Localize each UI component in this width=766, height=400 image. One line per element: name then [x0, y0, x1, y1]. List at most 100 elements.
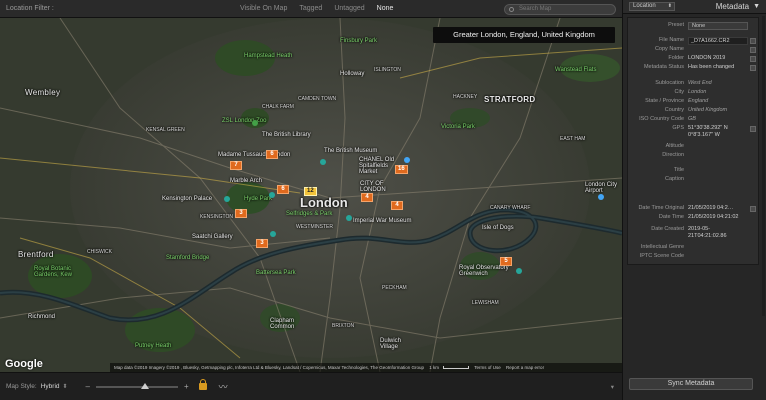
- map-label-putney-heath: Putney Heath: [135, 343, 172, 349]
- map-label-stratford: STRATFORD: [484, 95, 536, 104]
- map-label-royal-observatory: Royal Observatory Greenwich: [459, 265, 509, 277]
- map-label-city-of-london: CITY OF LONDON: [360, 181, 386, 193]
- zoom-in-button[interactable]: +: [184, 382, 189, 391]
- photo-cluster-marker[interactable]: 4: [391, 201, 403, 210]
- map-label-camden: CAMDEN TOWN: [298, 96, 337, 102]
- go-to-icon[interactable]: [750, 56, 756, 62]
- city-value[interactable]: London: [688, 89, 748, 96]
- map-label-city-airport: London City Airport: [585, 182, 618, 194]
- photo-cluster-marker[interactable]: 4: [361, 193, 373, 202]
- map-label-clapham: Clapham Common: [270, 318, 295, 330]
- photo-cluster-marker[interactable]: 6: [277, 185, 289, 194]
- map-label-brentford: Brentford: [18, 250, 54, 259]
- filter-none[interactable]: None: [377, 5, 394, 12]
- chevron-down-icon[interactable]: ▾: [611, 383, 614, 391]
- photo-cluster-marker[interactable]: 5: [500, 257, 512, 266]
- go-to-icon[interactable]: [750, 38, 756, 44]
- map-label-hampstead: Hampstead Heath: [244, 53, 293, 59]
- photo-cluster-marker[interactable]: 16: [395, 165, 408, 174]
- gallery-pin-icon: [270, 231, 276, 237]
- field-label: City: [674, 89, 684, 95]
- metadata-panel: Location ⬍ Metadata ▼ Preset None File N…: [622, 0, 766, 400]
- photo-cluster-marker[interactable]: 7: [230, 161, 242, 170]
- field-label: Date Time: [658, 214, 684, 220]
- date-time-original-value[interactable]: 21/05/2019 04:2…: [688, 205, 748, 212]
- photo-cluster-marker[interactable]: 3: [235, 209, 247, 218]
- map-label-kensington-palace: Kensington Palace: [162, 196, 213, 202]
- map-label-wembley: Wembley: [25, 88, 61, 97]
- map-label-finsbury: Finsbury Park: [340, 38, 378, 44]
- map-label-kensal: KENSAL GREEN: [146, 127, 185, 133]
- map-label-holloway: Holloway: [340, 71, 365, 77]
- search-map-input[interactable]: Search Map: [504, 4, 616, 15]
- shopping-pin-icon: [404, 157, 410, 163]
- sublocation-value[interactable]: West End: [688, 80, 748, 87]
- field-label: ISO Country Code: [639, 116, 684, 122]
- zoom-out-button[interactable]: –: [86, 382, 90, 391]
- go-to-map-icon[interactable]: [750, 126, 756, 132]
- collapse-triangle-icon[interactable]: ▼: [753, 3, 760, 10]
- go-to-icon[interactable]: [750, 47, 756, 53]
- field-label: IPTC Scene Code: [639, 253, 684, 259]
- field-label: Intellectual Genre: [640, 244, 684, 250]
- map-label-london: London: [300, 195, 348, 210]
- tracklog-icon[interactable]: 〰: [219, 380, 228, 393]
- filter-untagged[interactable]: Untagged: [334, 5, 364, 12]
- map-label-canary-wharf: CANARY WHARF: [490, 205, 531, 211]
- location-filter-title: Location Filter :: [6, 5, 54, 12]
- field-label: Copy Name: [654, 46, 684, 52]
- field-label: Sublocation: [655, 80, 684, 86]
- map-label-battersea: Battersea Park: [256, 270, 296, 276]
- file-name-field[interactable]: _D7A1662.CR2: [688, 37, 748, 45]
- report-error-link[interactable]: Report a map error: [506, 365, 544, 370]
- field-label: GPS: [672, 125, 684, 131]
- google-logo: Google: [5, 358, 43, 370]
- photo-cluster-marker[interactable]: 6: [266, 150, 278, 159]
- zoom-slider[interactable]: [96, 382, 178, 389]
- map-label-zsl: ZSL London Zoo: [222, 118, 267, 124]
- state-value[interactable]: England: [688, 98, 748, 105]
- panel-scrollbar[interactable]: [762, 16, 765, 316]
- metadata-panel-header: Location ⬍ Metadata ▼: [623, 0, 766, 14]
- field-label: Date Time Original: [638, 205, 684, 211]
- zoo-pin-icon: [252, 120, 258, 126]
- terms-link[interactable]: Terms of Use: [474, 365, 501, 370]
- field-label: Metadata Status: [643, 64, 684, 70]
- field-label: Date Created: [651, 226, 684, 232]
- country-value[interactable]: United Kingdom: [688, 107, 748, 114]
- zoom-slider-thumb[interactable]: [141, 382, 150, 389]
- map-label-saatchi: Saatchi Gallery: [192, 234, 233, 240]
- sync-status-icon[interactable]: [750, 65, 756, 71]
- chevron-updown-icon: ⬍: [667, 3, 672, 9]
- field-label: State / Province: [645, 98, 684, 104]
- chevron-updown-icon[interactable]: ⬍: [63, 383, 68, 390]
- filter-visible-on-map[interactable]: Visible On Map: [240, 5, 287, 12]
- sync-metadata-button[interactable]: Sync Metadata: [629, 378, 753, 390]
- lock-icon[interactable]: [198, 379, 207, 390]
- map-label-stamford-bridge: Stamford Bridge: [166, 255, 210, 261]
- observatory-pin-icon: [516, 268, 522, 274]
- filter-tagged[interactable]: Tagged: [299, 5, 322, 12]
- date-created-value[interactable]: 2019-05-21T04:21:02.86: [688, 226, 748, 240]
- map-label-kew: Royal Botanic Gardens, Kew: [34, 266, 73, 278]
- gps-value[interactable]: 51°30'38.292" N 0°8'3.167" W: [688, 125, 746, 139]
- iso-code-value[interactable]: GB: [688, 116, 748, 123]
- metadata-view-select[interactable]: Location ⬍: [629, 2, 675, 11]
- map-label-wanstead: Wanstead Flats: [555, 67, 597, 73]
- map-label-westminster: WESTMINSTER: [296, 224, 333, 230]
- location-filter-bar: Location Filter : Visible On Map Tagged …: [0, 0, 622, 18]
- map-style-select[interactable]: Hybrid: [41, 383, 60, 390]
- edit-date-icon[interactable]: [750, 206, 756, 212]
- map-label-victoria-park: Victoria Park: [441, 124, 475, 130]
- photo-cluster-marker[interactable]: 3: [256, 239, 268, 248]
- landmark-pin-icon: [269, 192, 275, 198]
- selected-photo-marker[interactable]: 12: [304, 187, 317, 196]
- scale-label: 1 km: [429, 365, 439, 370]
- map-view[interactable]: Wembley Hampstead Heath Finsbury Park Wa…: [0, 18, 622, 372]
- field-label: Caption: [665, 176, 684, 182]
- map-label-kensington: KENSINGTON: [200, 214, 233, 220]
- metadata-row: Date Created 2019-05-21T04:21:02.86: [628, 226, 760, 242]
- map-label-tussauds: Madame Tussauds London: [218, 152, 291, 158]
- preset-select[interactable]: None: [688, 22, 748, 30]
- war-museum-pin-icon: [346, 215, 352, 221]
